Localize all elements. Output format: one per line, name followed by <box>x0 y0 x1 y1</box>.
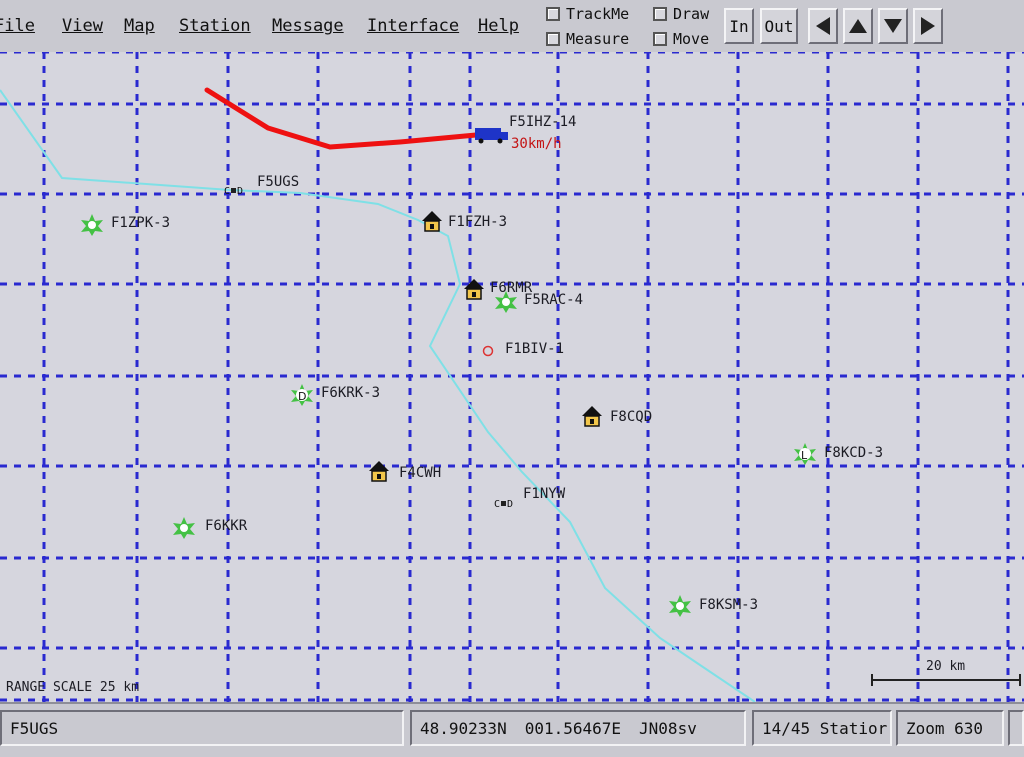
station-label-f4cwh[interactable]: F4CWH <box>399 465 441 481</box>
scale-bar-label: 20 km <box>926 659 966 674</box>
status-zoom: Zoom 630 <box>896 710 1004 746</box>
station-label-f6krk-3[interactable]: F6KRK-3 <box>321 385 380 401</box>
move-checkbox[interactable]: Move <box>653 30 709 48</box>
scale-bar <box>871 674 1021 686</box>
station-label-f6kkr[interactable]: F6KKR <box>205 518 247 534</box>
station-label-f1biv-1[interactable]: F1BIV-1 <box>505 341 564 357</box>
menu-interface-label: Interface <box>367 16 460 36</box>
pan-up-button[interactable] <box>843 8 873 44</box>
draw-label: Draw <box>673 5 710 23</box>
house-icon[interactable] <box>463 278 485 300</box>
station-label-f1fzh-3[interactable]: F1FZH-3 <box>448 214 507 230</box>
zoom-out-button[interactable]: Out <box>760 8 798 44</box>
zoom-out-label: Out <box>764 16 794 36</box>
status-longitude: 001.56467E <box>524 718 622 738</box>
status-station-count-text: 14/45 Statior <box>762 718 888 738</box>
digipeater-icon[interactable] <box>80 213 104 237</box>
house-icon[interactable] <box>581 405 603 427</box>
svg-text:D: D <box>298 390 306 403</box>
digipeater-l-icon[interactable]: L <box>793 442 817 466</box>
menu-station-label: Station <box>179 16 251 36</box>
menu-help-label: Help <box>478 16 519 36</box>
menu-station[interactable]: Station <box>179 16 251 36</box>
menu-bar: File View Map Station Message Interface … <box>0 0 1024 54</box>
menu-message-label: Message <box>272 16 344 36</box>
status-bar: F5UGS 48.90233N 001.56467E JN08sv 14/45 … <box>0 702 1024 757</box>
zoom-in-label: In <box>729 16 749 36</box>
house-icon[interactable] <box>368 460 390 482</box>
menu-map[interactable]: Map <box>124 16 155 36</box>
measure-label: Measure <box>566 30 630 48</box>
menu-help[interactable]: Help <box>478 16 519 36</box>
map-canvas[interactable]: F5IHZ-14 30km/h CD F5UGS F1ZPK-3 F1FZH-3… <box>0 52 1024 702</box>
measure-checkbox-box <box>546 32 560 46</box>
trackme-checkbox[interactable]: TrackMe <box>546 5 629 23</box>
range-scale-label: RANGE SCALE 25 km <box>6 680 140 695</box>
speed-label: 30km/h <box>511 136 562 152</box>
trackme-label: TrackMe <box>566 5 630 23</box>
station-label-f1nyw[interactable]: F1NYW <box>523 486 565 502</box>
red-track-line <box>204 87 479 150</box>
digipeater-icon[interactable] <box>172 516 196 540</box>
circle-station-icon[interactable] <box>481 344 495 358</box>
pan-right-button[interactable] <box>913 8 943 44</box>
status-extra <box>1008 710 1024 746</box>
pan-down-button[interactable] <box>878 8 908 44</box>
digipeater-icon[interactable] <box>668 594 692 618</box>
cd-station-icon[interactable]: CD <box>494 499 513 510</box>
status-position: 48.90233N 001.56467E JN08sv <box>410 710 746 746</box>
house-icon[interactable] <box>421 210 443 232</box>
truck-icon <box>475 128 508 144</box>
status-callsign-text: F5UGS <box>10 718 59 738</box>
station-label-f8cqd[interactable]: F8CQD <box>610 409 652 425</box>
station-label-f5ihz-14[interactable]: F5IHZ-14 <box>509 114 576 130</box>
own-station-icon[interactable]: CD <box>224 186 243 197</box>
station-label-f5ugs[interactable]: F5UGS <box>257 174 299 190</box>
menu-map-label: Map <box>124 16 155 36</box>
svg-text:L: L <box>801 449 808 462</box>
draw-checkbox-box <box>653 7 667 21</box>
status-zoom-text: Zoom 630 <box>906 718 984 738</box>
status-latitude: 48.90233N <box>420 718 507 738</box>
arrow-up-icon <box>849 19 867 33</box>
station-label-f8ksm-3[interactable]: F8KSM-3 <box>699 597 758 613</box>
arrow-left-icon <box>816 17 830 35</box>
menu-file[interactable]: File <box>0 16 35 36</box>
menu-interface[interactable]: Interface <box>367 16 459 36</box>
arrow-right-icon <box>921 17 935 35</box>
status-station-count: 14/45 Statior <box>752 710 892 746</box>
arrow-down-icon <box>884 19 902 33</box>
station-label-f1zpk-3[interactable]: F1ZPK-3 <box>111 215 170 231</box>
move-checkbox-box <box>653 32 667 46</box>
move-label: Move <box>673 30 710 48</box>
menu-view-label: View <box>62 16 103 36</box>
status-callsign: F5UGS <box>0 710 404 746</box>
draw-checkbox[interactable]: Draw <box>653 5 709 23</box>
trackme-checkbox-box <box>546 7 560 21</box>
pan-left-button[interactable] <box>808 8 838 44</box>
menu-message[interactable]: Message <box>272 16 344 36</box>
digipeater-icon[interactable] <box>494 290 518 314</box>
station-label-f8kcd-3[interactable]: F8KCD-3 <box>824 445 883 461</box>
digipeater-d-icon[interactable]: D <box>290 383 314 407</box>
menu-file-label: File <box>0 16 35 36</box>
status-grid-locator: JN08sv <box>639 718 697 738</box>
zoom-in-button[interactable]: In <box>724 8 754 44</box>
menu-view[interactable]: View <box>62 16 103 36</box>
measure-checkbox[interactable]: Measure <box>546 30 629 48</box>
station-label-f5rac-4[interactable]: F5RAC-4 <box>524 292 583 308</box>
